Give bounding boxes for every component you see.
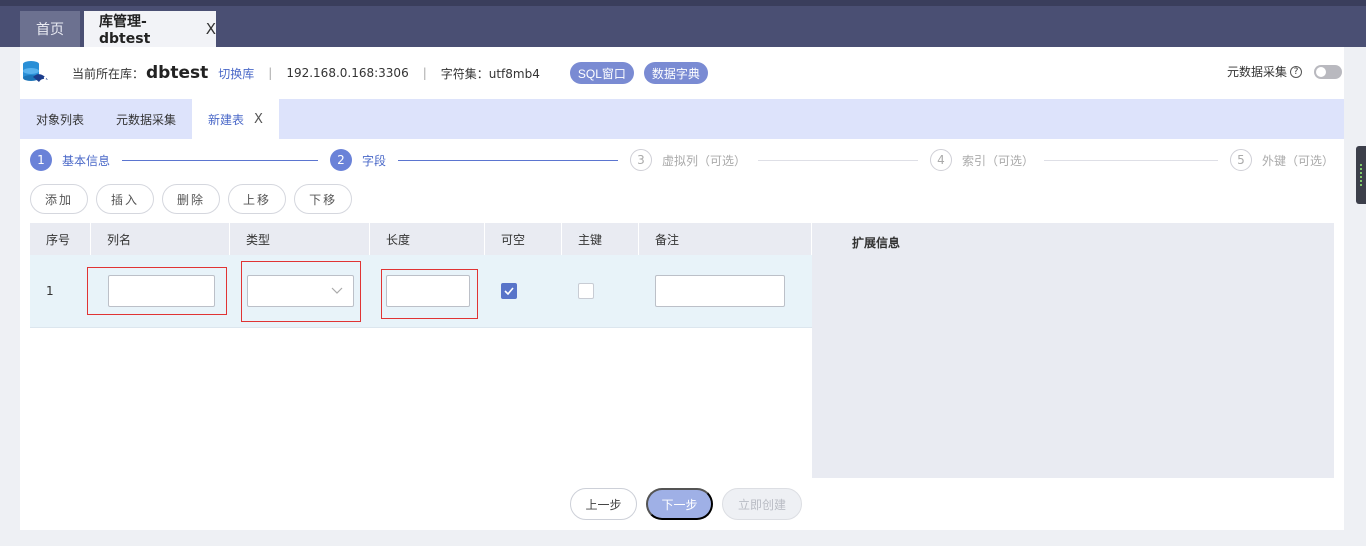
- step-label: 外键（可选）: [1262, 153, 1335, 168]
- move-up-button[interactable]: 上移: [228, 184, 287, 214]
- field-actions: 添加 插入 删除 上移 下移: [30, 184, 360, 214]
- close-icon[interactable]: X: [206, 20, 216, 38]
- step-label: 索引（可选）: [962, 153, 1035, 168]
- wizard-steps: 1 基本信息 2 字段 3 虚拟列（可选） 4 索引（可选） 5 外键（可选）: [30, 149, 1334, 173]
- database-logo-icon: [20, 58, 50, 88]
- fields-table: 序号 列名 类型 长度 可空 主键 备注 1: [30, 223, 812, 328]
- divider: |: [268, 66, 273, 80]
- top-stripe: [0, 0, 1366, 6]
- extended-info-title: 扩展信息: [852, 236, 901, 250]
- row-index-cell: 1: [30, 255, 91, 328]
- step-connector: [398, 160, 618, 161]
- column-name-cell: [87, 255, 230, 328]
- validation-error-box: [381, 268, 478, 319]
- step-foreign-keys: 5 外键（可选）: [1230, 149, 1334, 171]
- check-icon: [504, 287, 514, 295]
- tab-new-table[interactable]: 新建表 X: [192, 99, 279, 139]
- next-step-button[interactable]: 下一步: [646, 488, 713, 520]
- delete-button[interactable]: 删除: [162, 184, 221, 214]
- main-panel: 当前所在库： dbtest 切换库 | 192.168.0.168:3306 |…: [20, 47, 1344, 530]
- extended-info-panel: 扩展信息: [812, 223, 1334, 478]
- column-header: 可空: [485, 223, 562, 255]
- sub-tab-bar: 对象列表 元数据采集 新建表 X: [20, 99, 1344, 139]
- step-number: 4: [930, 149, 952, 171]
- step-connector: [122, 160, 318, 161]
- column-header: 类型: [230, 223, 370, 255]
- tab-new-table-label: 新建表: [208, 112, 245, 127]
- comment-input[interactable]: [655, 275, 785, 307]
- step-connector: [758, 160, 918, 161]
- step-number: 2: [330, 149, 352, 171]
- db-info-bar: 当前所在库： dbtest 切换库 | 192.168.0.168:3306 |…: [20, 59, 1344, 87]
- step-number: 1: [30, 149, 52, 171]
- nullable-cell: [485, 255, 562, 328]
- nullable-checkbox[interactable]: [501, 283, 517, 299]
- validation-error-box: [87, 266, 227, 315]
- step-fields: 2 字段: [330, 149, 386, 171]
- step-label: 基本信息: [62, 153, 111, 168]
- move-down-button[interactable]: 下移: [294, 184, 353, 214]
- step-label: 虚拟列（可选）: [662, 153, 747, 168]
- data-dictionary-button[interactable]: 数据字典: [643, 62, 708, 84]
- sql-window-button[interactable]: SQL窗口: [569, 62, 634, 84]
- tab-home-label: 首页: [36, 22, 64, 38]
- current-db-label: 当前所在库：: [72, 66, 145, 81]
- column-header: 列名: [91, 223, 230, 255]
- host-address: 192.168.0.168:3306: [286, 66, 409, 80]
- tab-db-management[interactable]: 库管理-dbtest X: [84, 11, 216, 47]
- type-cell: [230, 255, 370, 328]
- row-index: 1: [46, 284, 54, 298]
- table-row: 1: [30, 255, 812, 328]
- column-header: 主键: [562, 223, 639, 255]
- divider: |: [422, 66, 427, 80]
- length-cell: [370, 255, 485, 328]
- step-virtual-columns: 3 虚拟列（可选）: [630, 149, 746, 171]
- previous-step-button[interactable]: 上一步: [570, 488, 637, 520]
- column-header: 长度: [370, 223, 485, 255]
- meta-collect-control: 元数据采集 ?: [1227, 63, 1342, 80]
- primary-key-cell: [562, 255, 639, 328]
- step-indexes: 4 索引（可选）: [930, 149, 1034, 171]
- side-scroll-handle[interactable]: [1356, 146, 1366, 204]
- column-header: 序号: [30, 223, 91, 255]
- meta-collect-toggle[interactable]: [1314, 64, 1342, 79]
- meta-collect-label: 元数据采集: [1226, 65, 1287, 79]
- close-icon[interactable]: X: [254, 112, 263, 127]
- comment-cell: [639, 255, 812, 328]
- insert-button[interactable]: 插入: [96, 184, 155, 214]
- charset-text: 字符集：utf8mb4: [440, 66, 540, 81]
- add-button[interactable]: 添加: [30, 184, 89, 214]
- help-icon[interactable]: ?: [1290, 65, 1302, 78]
- step-label: 字段: [362, 153, 387, 168]
- column-header: 备注: [639, 223, 812, 255]
- tab-object-list[interactable]: 对象列表: [20, 99, 100, 139]
- step-number: 3: [630, 149, 652, 171]
- tab-object-list-label: 对象列表: [36, 112, 85, 127]
- primary-key-checkbox[interactable]: [578, 283, 594, 299]
- step-number: 5: [1230, 149, 1252, 171]
- tab-home[interactable]: 首页: [20, 11, 80, 47]
- tab-db-management-label: 库管理-dbtest: [99, 14, 151, 47]
- create-now-button[interactable]: 立即创建: [722, 488, 802, 520]
- step-connector: [1044, 160, 1218, 161]
- tab-meta-collect-label: 元数据采集: [116, 112, 177, 127]
- switch-db-link[interactable]: 切换库: [218, 65, 254, 82]
- tab-meta-collect[interactable]: 元数据采集: [100, 99, 192, 139]
- table-header: 序号 列名 类型 长度 可空 主键 备注: [30, 223, 812, 255]
- current-db-name: dbtest: [146, 63, 209, 83]
- step-basic-info: 1 基本信息: [30, 149, 110, 171]
- wizard-footer: 上一步 下一步 立即创建: [570, 488, 811, 520]
- top-tab-bar: 首页 库管理-dbtest X: [0, 0, 1366, 47]
- validation-error-box: [241, 260, 361, 322]
